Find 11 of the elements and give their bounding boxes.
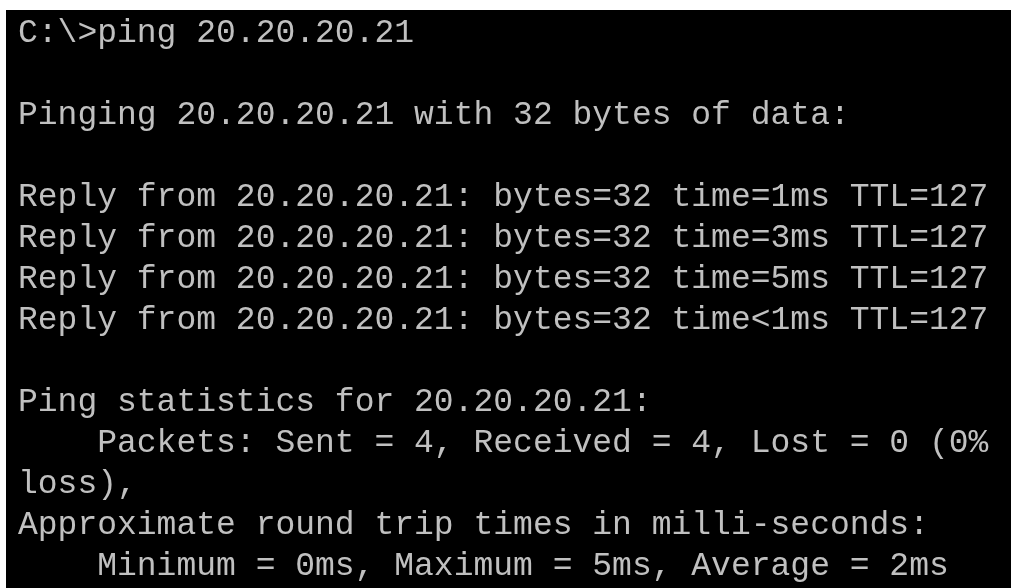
console-line: Reply from 20.20.20.21: bytes=32 time=3ms TTL=127 [18, 219, 989, 259]
console-line: Reply from 20.20.20.21: bytes=32 time=1ms TTL=127 [18, 178, 989, 218]
console-line: loss), [18, 465, 137, 505]
console-line: Reply from 20.20.20.21: bytes=32 time=5ms TTL=127 [18, 260, 989, 300]
console-line: Packets: Sent = 4, Received = 4, Lost = 0 (0% [96, 424, 989, 464]
console-line: Reply from 20.20.20.21: bytes=32 time<1ms TTL=127 [18, 301, 989, 341]
console-line: Approximate round trip times in milli-seconds: [18, 506, 929, 546]
console-line: Minimum = 0ms, Maximum = 5ms, Average = 2ms [96, 547, 949, 587]
console-line: C:\>ping 20.20.20.21 [18, 14, 415, 54]
console-line: Pinging 20.20.20.21 with 32 bytes of data: [18, 96, 850, 136]
console-line: Ping statistics for 20.20.20.21: [18, 383, 652, 423]
